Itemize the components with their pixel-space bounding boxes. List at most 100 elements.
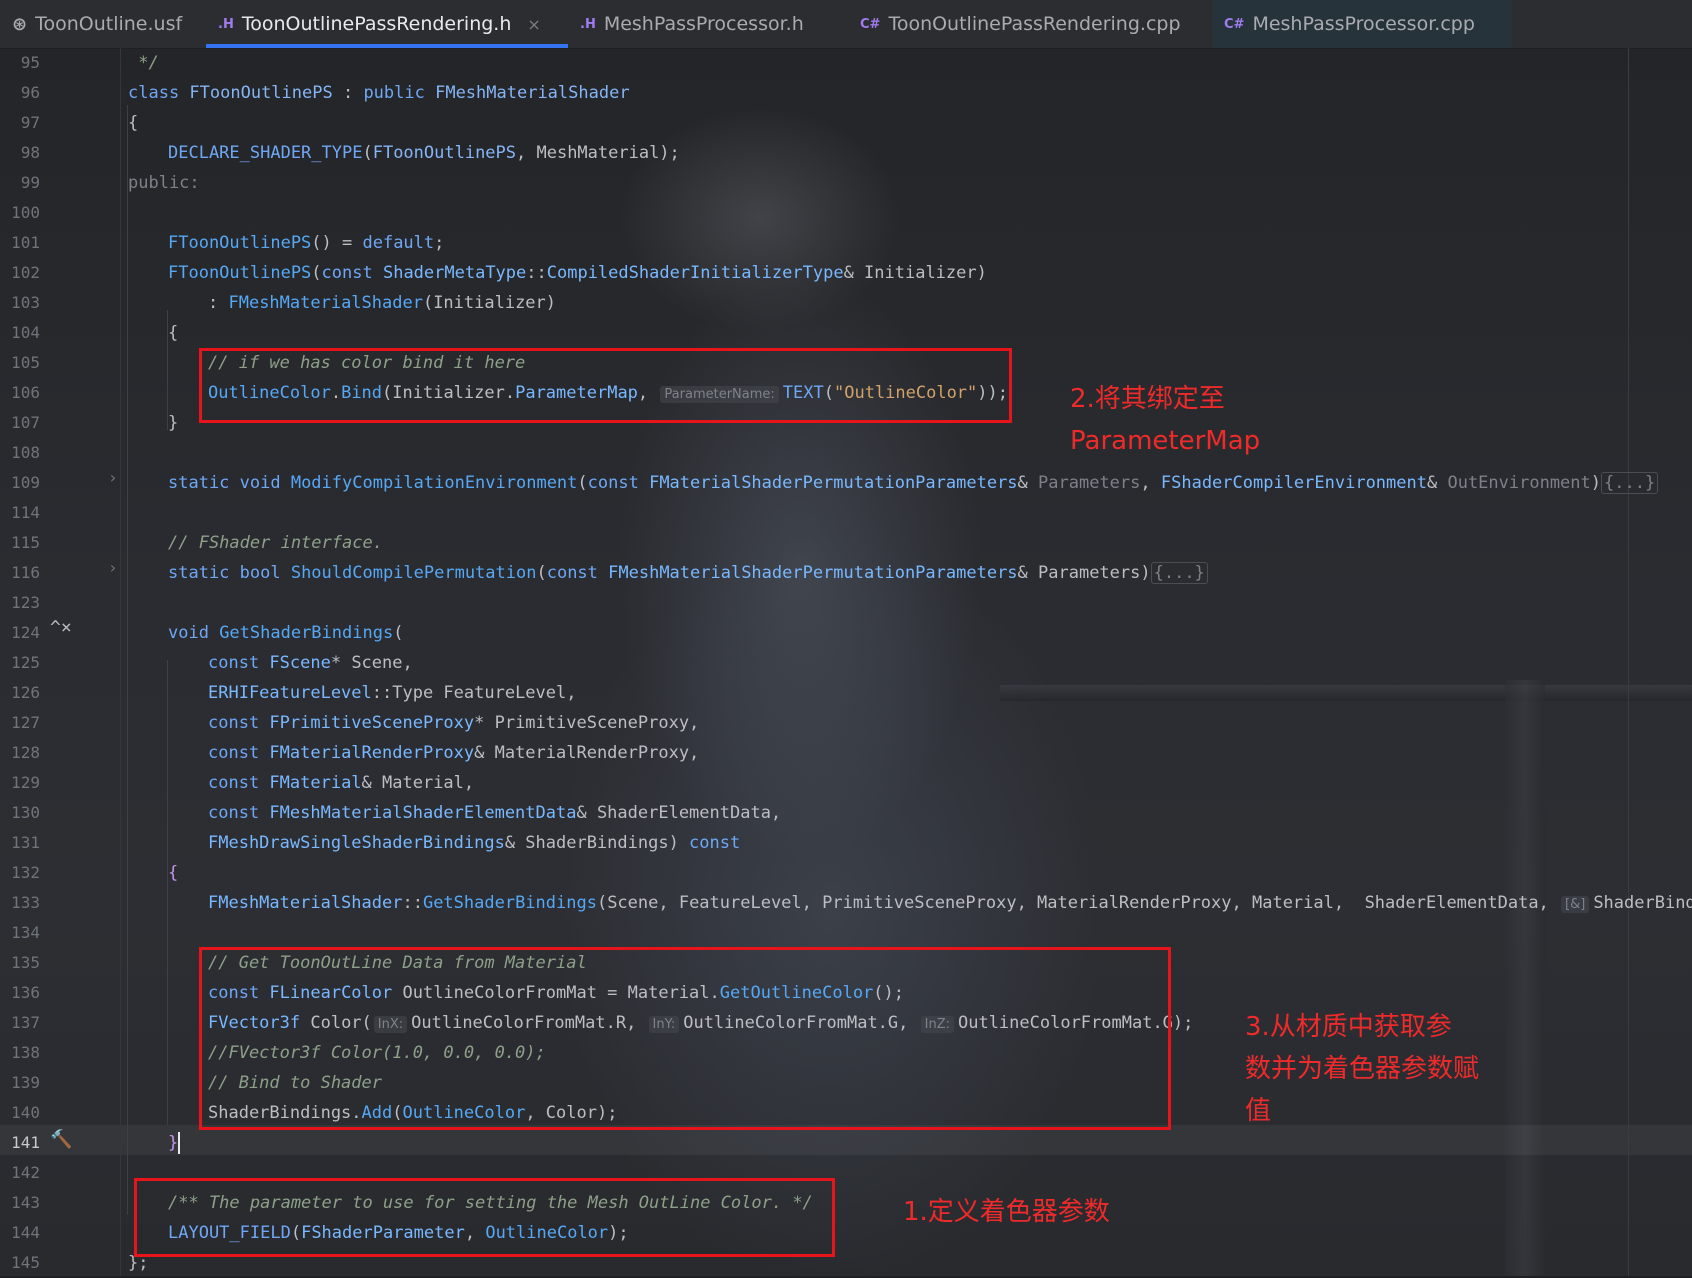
code-line-125: const FScene* Scene, bbox=[208, 648, 413, 678]
code-text: () = bbox=[311, 233, 363, 253]
code-text: { bbox=[168, 323, 179, 343]
annotation-note-3: 3.从材质中获取参 数并为着色器参数赋 值 bbox=[1245, 1012, 1480, 1126]
tab-toonoutlinepassrendering-cpp[interactable]: C# ToonOutlinePassRendering.cpp bbox=[848, 0, 1212, 48]
code-text: ( bbox=[311, 263, 322, 283]
function-name: ShouldCompilePermutation bbox=[290, 563, 537, 583]
code-text: & Material, bbox=[361, 773, 475, 793]
tab-toonoutlinepassrendering-h[interactable]: .H ToonOutlinePassRendering.h × bbox=[206, 0, 568, 48]
code-text: & ShaderBindings) bbox=[504, 833, 690, 853]
code-line-133: FMeshMaterialShader::GetShaderBindings(S… bbox=[208, 888, 1692, 918]
comment-text: // FShader interface. bbox=[168, 533, 383, 553]
code-text: ; bbox=[434, 233, 445, 253]
code-text: & Initializer) bbox=[843, 263, 987, 283]
code-line-128: const FMaterialRenderProxy& MaterialRend… bbox=[208, 738, 699, 768]
macro-name: DECLARE_SHADER_TYPE bbox=[168, 143, 363, 163]
type-name: FMaterial bbox=[269, 773, 362, 793]
code-line-126: ERHIFeatureLevel::Type FeatureLevel, bbox=[208, 678, 576, 708]
tab-meshpassprocessor-h[interactable]: .H MeshPassProcessor.h bbox=[568, 0, 848, 48]
code-text: ( bbox=[577, 473, 588, 493]
unused-parameter: OutEnvironment bbox=[1447, 473, 1591, 493]
unused-parameter: Parameters bbox=[1038, 473, 1141, 493]
code-line-95: */ bbox=[128, 48, 159, 78]
code-line-116: static bool ShouldCompilePermutation(con… bbox=[168, 558, 1208, 588]
type-name: ERHIFeatureLevel bbox=[208, 683, 372, 703]
code-line-124: void GetShaderBindings( bbox=[168, 618, 403, 648]
code-text: :: bbox=[371, 683, 393, 703]
code-text: & ShaderElementData, bbox=[576, 803, 782, 823]
code-text: } bbox=[168, 413, 179, 433]
type-name: FMeshMaterialShader bbox=[208, 893, 403, 913]
keyword: static void bbox=[168, 473, 291, 493]
keyword: const bbox=[321, 263, 383, 283]
keyword: public bbox=[363, 83, 436, 103]
keyword: const bbox=[587, 473, 650, 493]
type-name: ShaderMetaType bbox=[382, 263, 527, 283]
header-file-icon: .H bbox=[580, 16, 596, 32]
code-line-129: const FMaterial& Material, bbox=[208, 768, 474, 798]
tab-label: ToonOutlinePassRendering.h bbox=[241, 13, 512, 35]
keyword: const bbox=[208, 713, 270, 733]
code-line-99: public: bbox=[128, 168, 200, 198]
type-name: FShaderCompilerEnvironment bbox=[1160, 473, 1427, 493]
close-tab-icon[interactable]: × bbox=[527, 15, 540, 34]
code-line-130: const FMeshMaterialShaderElementData& Sh… bbox=[208, 798, 781, 828]
code-text: ( bbox=[362, 143, 373, 163]
function-name: FToonOutlinePS bbox=[168, 233, 312, 253]
code-line-107: } bbox=[168, 408, 178, 438]
code-text: } bbox=[168, 1133, 179, 1153]
type-name: FScene bbox=[269, 653, 331, 673]
code-line-101: FToonOutlinePS() = default; bbox=[168, 228, 444, 258]
tab-label: ToonOutline.usf bbox=[35, 13, 183, 35]
code-line-109: static void ModifyCompilationEnvironment… bbox=[168, 468, 1659, 498]
code-line-103: : FMeshMaterialShader(Initializer) bbox=[208, 288, 556, 318]
code-text: * PrimitiveSceneProxy, bbox=[474, 713, 700, 733]
code-text: ( bbox=[536, 563, 547, 583]
code-line-115: // FShader interface. bbox=[168, 528, 383, 558]
code-line-98: DECLARE_SHADER_TYPE(FToonOutlinePS, Mesh… bbox=[168, 138, 680, 168]
code-text: :: bbox=[402, 893, 423, 913]
function-name: FToonOutlinePS bbox=[168, 263, 312, 283]
code-text: : bbox=[208, 293, 229, 313]
keyword: default bbox=[362, 233, 435, 253]
annotation-box-bind bbox=[199, 348, 1012, 423]
folded-code-placeholder[interactable]: {...} bbox=[1150, 562, 1208, 584]
code-text: & MaterialRenderProxy, bbox=[474, 743, 700, 763]
code-text: :: bbox=[526, 263, 547, 283]
code-line-96: class FToonOutlinePS : public FMeshMater… bbox=[128, 78, 630, 108]
header-file-icon: .H bbox=[218, 16, 234, 32]
tab-meshpassprocessor-cpp[interactable]: C# MeshPassProcessor.cpp bbox=[1212, 0, 1512, 48]
tab-label: MeshPassProcessor.cpp bbox=[1252, 13, 1475, 35]
class-name: FMeshMaterialShader bbox=[435, 83, 630, 103]
code-line-104: { bbox=[168, 318, 178, 348]
function-name: GetShaderBindings bbox=[219, 623, 394, 643]
shader-file-icon: ⊛ bbox=[12, 13, 28, 35]
editor-tab-bar: ⊛ ToonOutline.usf .H ToonOutlinePassRend… bbox=[0, 0, 1692, 49]
code-text: ( bbox=[393, 623, 404, 643]
type-name: FMaterialRenderProxy bbox=[269, 743, 475, 763]
code-line-102: FToonOutlinePS(const ShaderMetaType::Com… bbox=[168, 258, 987, 288]
annotation-box-get-data bbox=[199, 947, 1171, 1130]
type-name: FPrimitiveSceneProxy bbox=[269, 713, 475, 733]
keyword: const bbox=[546, 563, 609, 583]
keyword: const bbox=[208, 773, 270, 793]
tab-toonoutline-usf[interactable]: ⊛ ToonOutline.usf bbox=[0, 0, 206, 48]
code-line-127: const FPrimitiveSceneProxy* PrimitiveSce… bbox=[208, 708, 699, 738]
class-name: FToonOutlinePS bbox=[372, 143, 517, 163]
tab-label: ToonOutlinePassRendering.cpp bbox=[888, 13, 1181, 35]
keyword: const bbox=[208, 653, 270, 673]
type-name: CompiledShaderInitializerType bbox=[546, 263, 844, 283]
code-text: : bbox=[332, 83, 364, 103]
code-text: , bbox=[1140, 473, 1161, 493]
type-name: FMaterialShaderPermutationParameters bbox=[649, 473, 1018, 493]
cpp-file-icon: C# bbox=[1224, 16, 1245, 32]
cpp-file-icon: C# bbox=[860, 16, 881, 32]
keyword: static bool bbox=[168, 563, 291, 583]
class-name: FToonOutlinePS bbox=[189, 83, 333, 103]
comment-text: */ bbox=[128, 53, 159, 73]
annotation-note-1: 1.定义着色器参数 bbox=[903, 1197, 1110, 1227]
code-text: & bbox=[1017, 473, 1039, 493]
folded-code-placeholder[interactable]: {...} bbox=[1601, 472, 1659, 494]
keyword: void bbox=[168, 623, 220, 643]
type-name: FMeshMaterialShaderPermutationParameters bbox=[608, 563, 1018, 583]
keyword: class bbox=[128, 83, 190, 103]
